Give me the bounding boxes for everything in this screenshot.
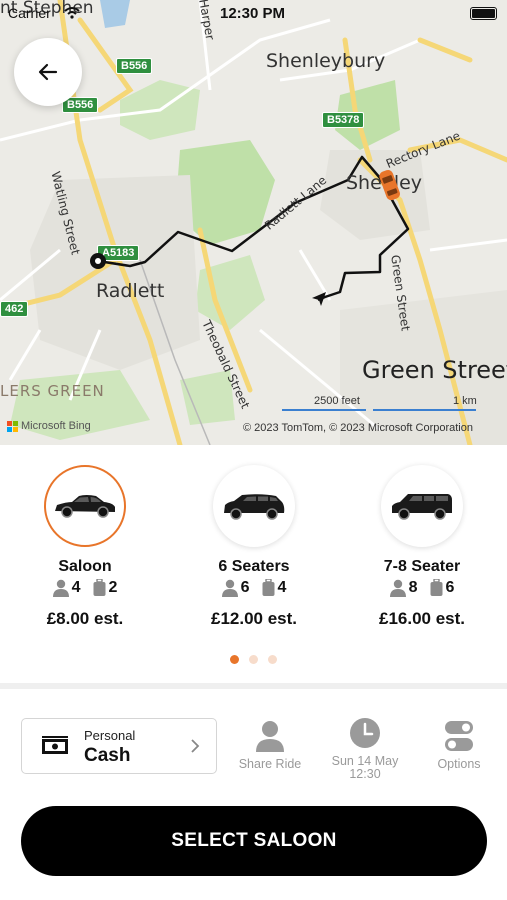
schedule-button[interactable]: Sun 14 May 12:30	[323, 713, 407, 781]
map-view[interactable]: nt Stephen Shenleybury Shenley Radlett G…	[0, 0, 507, 445]
luggage-count: 6	[445, 579, 455, 596]
status-bar: Carrier 12:30 PM	[0, 0, 507, 28]
vehicle-price: £8.00 est.	[46, 609, 124, 628]
map-copyright: © 2023 TomTom, © 2023 Microsoft Corporat…	[242, 422, 473, 434]
mpv-icon	[224, 494, 285, 520]
payment-profile: Personal	[84, 728, 136, 743]
back-button[interactable]	[14, 38, 82, 106]
origin-marker-icon	[90, 253, 106, 269]
vehicle-price: £16.00 est.	[378, 609, 465, 628]
passenger-icon	[52, 579, 69, 597]
chevron-right-icon	[191, 739, 200, 753]
vehicle-selector: Saloon 4 2 £8.00 est. 6 Seaters 6 4 £12.…	[0, 445, 507, 683]
passenger-count: 4	[71, 579, 81, 596]
vehicle-image	[213, 465, 295, 547]
map-place-label: Radlett	[96, 280, 165, 302]
scale-bar-feet	[282, 409, 366, 411]
vehicle-image	[44, 465, 126, 547]
page-indicator	[0, 655, 507, 664]
share-ride-button[interactable]: Share Ride	[228, 716, 312, 771]
options-button[interactable]: Options	[417, 716, 501, 771]
scale-feet: 2500 feet	[314, 395, 360, 407]
vehicle-name: 7-8 Seater	[383, 558, 461, 575]
payment-method: Cash	[84, 745, 131, 766]
scale-bar-km	[373, 409, 476, 411]
passenger-icon	[389, 579, 406, 597]
vehicle-name: Saloon	[58, 558, 112, 575]
microsoft-logo-icon	[7, 420, 18, 432]
map-place-label: Shenleybury	[266, 50, 386, 72]
luggage-icon	[430, 579, 442, 596]
page-dot[interactable]	[249, 655, 258, 664]
luggage-icon	[93, 579, 105, 596]
wifi-icon	[64, 7, 80, 19]
passenger-count: 6	[240, 579, 250, 596]
vehicle-option-6-seaters[interactable]: 6 Seaters 6 4 £12.00 est.	[174, 465, 334, 629]
luggage-count: 2	[108, 579, 118, 596]
scale-km: 1 km	[453, 395, 477, 407]
road-shield: B556	[116, 58, 153, 74]
toggles-icon	[445, 721, 473, 751]
vehicle-option-7-8-seater[interactable]: 7-8 Seater 8 6 £16.00 est.	[342, 465, 502, 629]
map-place-label: LERS GREEN	[0, 382, 105, 400]
road-shield: B5378	[322, 112, 365, 128]
arrow-left-icon	[38, 63, 58, 81]
status-time: 12:30 PM	[220, 5, 286, 22]
cash-icon	[42, 736, 68, 754]
luggage-icon	[262, 579, 274, 596]
bing-logo: Microsoft Bing	[7, 420, 91, 432]
page-dot[interactable]	[268, 655, 277, 664]
options-label: Options	[437, 757, 481, 771]
destination-arrow-icon	[312, 292, 326, 306]
page-dot[interactable]	[230, 655, 239, 664]
luggage-count: 4	[277, 579, 287, 596]
person-icon	[256, 721, 284, 752]
road-shield: 462	[0, 301, 29, 317]
carrier-label: Carrier	[8, 5, 51, 21]
section-divider	[0, 683, 507, 689]
battery-icon	[470, 7, 497, 20]
van-icon	[392, 494, 452, 520]
map-provider: Microsoft Bing	[21, 420, 91, 432]
share-ride-label: Share Ride	[238, 757, 302, 771]
schedule-time: 12:30	[349, 767, 381, 781]
vehicle-image	[381, 465, 463, 547]
vehicle-price: £12.00 est.	[210, 609, 297, 628]
passenger-icon	[221, 579, 238, 597]
vehicle-option-saloon[interactable]: Saloon 4 2 £8.00 est.	[5, 465, 165, 629]
map-place-label: Green Street	[362, 356, 507, 384]
vehicle-name: 6 Seaters	[218, 558, 290, 575]
passenger-count: 8	[408, 579, 418, 596]
clock-icon	[350, 718, 380, 748]
select-vehicle-button[interactable]: SELECT SALOON	[21, 806, 487, 876]
payment-method-selector[interactable]: Personal Cash	[21, 718, 217, 774]
saloon-car-icon	[55, 495, 115, 518]
taxi-car-icon	[379, 169, 400, 201]
